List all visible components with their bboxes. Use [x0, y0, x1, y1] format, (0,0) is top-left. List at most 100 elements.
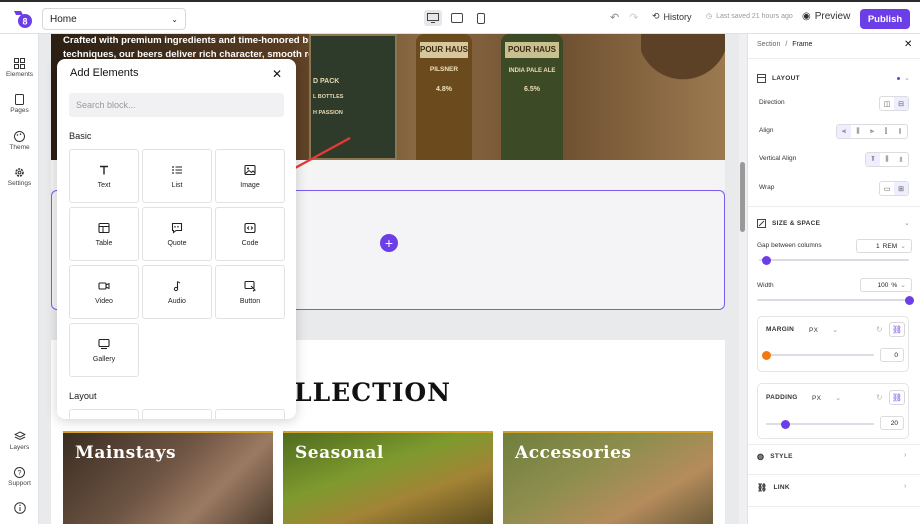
tile-table[interactable]: Table [69, 207, 139, 261]
tile-layout[interactable] [69, 409, 139, 419]
clock-icon: ◷ [706, 13, 713, 20]
rail-item-pages[interactable]: Pages [0, 94, 39, 114]
link-toggle-icon[interactable]: ⛓ [889, 322, 905, 337]
link-toggle-icon[interactable]: ⛓ [889, 390, 905, 405]
align-around-icon[interactable]: ⫾ [893, 125, 907, 138]
valign-top-icon[interactable]: ⫪ [866, 153, 880, 166]
link-heading[interactable]: ⛓ LINK [757, 483, 790, 492]
page-selector[interactable]: Home ⌄ [42, 8, 186, 30]
align-center-icon[interactable]: ⫼ [851, 125, 865, 138]
app-logo[interactable]: 8 [12, 9, 34, 29]
layout-icon [757, 74, 766, 83]
tile-label: Quote [167, 239, 187, 247]
history-button[interactable]: ⟲ History [652, 11, 692, 22]
card-title: Seasonal [295, 443, 384, 463]
tile-layout[interactable] [215, 409, 285, 419]
grid-icon [14, 58, 25, 69]
add-block-button[interactable]: + [380, 234, 398, 252]
gap-input[interactable]: 1 REM ⌄ [856, 239, 912, 253]
direction-column-icon[interactable]: ⊟ [894, 97, 908, 110]
padding-input[interactable]: 20 [880, 416, 904, 430]
rail-item-theme[interactable]: Theme [0, 131, 39, 151]
gap-slider-knob[interactable] [762, 256, 771, 265]
publish-button[interactable]: Publish [860, 9, 910, 29]
valign-label: Vertical Align [759, 155, 797, 162]
undo-icon[interactable]: ↶ [610, 11, 619, 24]
tile-video[interactable]: Video [69, 265, 139, 319]
valign-bottom-icon[interactable]: ⫫ [894, 153, 908, 166]
margin-slider[interactable] [770, 354, 874, 356]
mobile-icon[interactable] [472, 10, 490, 26]
size-heading[interactable]: SIZE & SPACE [757, 219, 820, 228]
redo-icon[interactable]: ↷ [629, 11, 638, 24]
history-icon: ⟲ [652, 11, 660, 21]
style-heading-label: STYLE [770, 453, 793, 460]
margin-input[interactable]: 0 [880, 348, 904, 362]
close-icon[interactable]: ✕ [272, 67, 282, 81]
desktop-icon[interactable] [424, 10, 442, 26]
link-icon: ⛓ [757, 483, 768, 492]
preview-label: Preview [814, 11, 851, 22]
tile-button[interactable]: Button [215, 265, 285, 319]
card-accessories[interactable]: Accessories [503, 431, 713, 524]
saved-label: Last saved 21 hours ago [716, 12, 793, 20]
tile-text[interactable]: Text [69, 149, 139, 203]
align-end-icon[interactable]: ⫸ [865, 125, 879, 138]
chevron-right-icon[interactable]: › [904, 452, 906, 459]
gap-slider[interactable] [759, 259, 909, 261]
style-heading[interactable]: ◍ STYLE [757, 452, 793, 461]
info-icon [13, 502, 26, 514]
tablet-icon[interactable] [448, 10, 466, 26]
align-start-icon[interactable]: ⫷ [837, 125, 851, 138]
direction-row-icon[interactable]: ◫ [880, 97, 894, 110]
tile-quote[interactable]: Quote [142, 207, 212, 261]
chevron-down-icon: ⌄ [171, 14, 178, 24]
layout-heading[interactable]: LAYOUT [757, 74, 800, 83]
padding-unit-select[interactable]: PX ⌄ [812, 394, 841, 403]
width-input[interactable]: 100 % ⌄ [860, 278, 912, 292]
padding-value: 20 [890, 419, 898, 427]
canvas-scrollbar[interactable] [739, 34, 747, 524]
card-title: Mainstays [75, 443, 177, 463]
tile-audio[interactable]: Audio [142, 265, 212, 319]
bottle-label: INDIA PALE ALE [508, 68, 556, 74]
reset-icon[interactable]: ↻ [876, 393, 883, 402]
nowrap-icon[interactable]: ▭ [880, 182, 894, 195]
tile-list[interactable]: List [142, 149, 212, 203]
tile-label: Text [97, 181, 111, 189]
card-mainstays[interactable]: Mainstays [63, 431, 273, 524]
chevron-down-icon[interactable]: ⌄ [904, 219, 910, 227]
rail-item-support[interactable]: ? Support [0, 467, 39, 487]
rail-item-layers[interactable]: Layers [0, 431, 39, 451]
margin-slider-knob[interactable] [761, 351, 771, 360]
breadcrumb-parent[interactable]: Section [757, 41, 780, 48]
bottle-label: 6.5% [524, 86, 540, 93]
width-slider[interactable] [757, 299, 909, 301]
margin-unit-select[interactable]: PX ⌄ [809, 326, 839, 335]
padding-slider-knob[interactable] [780, 420, 790, 429]
chevron-down-icon: ⌄ [832, 327, 839, 334]
canvas-scrollbar-thumb[interactable] [740, 162, 745, 232]
tile-gallery[interactable]: Gallery [69, 323, 139, 377]
rail-item-elements[interactable]: Elements [0, 58, 39, 78]
history-label: History [663, 11, 692, 22]
tile-image[interactable]: Image [215, 149, 285, 203]
valign-middle-icon[interactable]: ⫼ [880, 153, 894, 166]
reset-icon[interactable]: ↻ [876, 325, 883, 334]
info-button[interactable] [0, 502, 39, 514]
close-icon[interactable]: ✕ [904, 39, 912, 50]
direction-label: Direction [759, 99, 785, 106]
card-seasonal[interactable]: Seasonal [283, 431, 493, 524]
undo-redo: ↶ ↷ [610, 11, 638, 24]
chevron-right-icon[interactable]: › [904, 483, 906, 490]
tile-code[interactable]: Code [215, 207, 285, 261]
chevron-down-icon[interactable]: ⌄ [904, 74, 910, 82]
quote-icon [171, 222, 183, 234]
rail-item-settings[interactable]: Settings [0, 167, 39, 187]
align-between-icon[interactable]: ⫿ [879, 125, 893, 138]
width-slider-knob[interactable] [904, 296, 914, 305]
wrap-icon[interactable]: ⊞ [894, 182, 908, 195]
preview-button[interactable]: ◉ Preview [802, 11, 850, 22]
search-input[interactable]: Search block... [69, 93, 284, 117]
tile-layout[interactable] [142, 409, 212, 419]
